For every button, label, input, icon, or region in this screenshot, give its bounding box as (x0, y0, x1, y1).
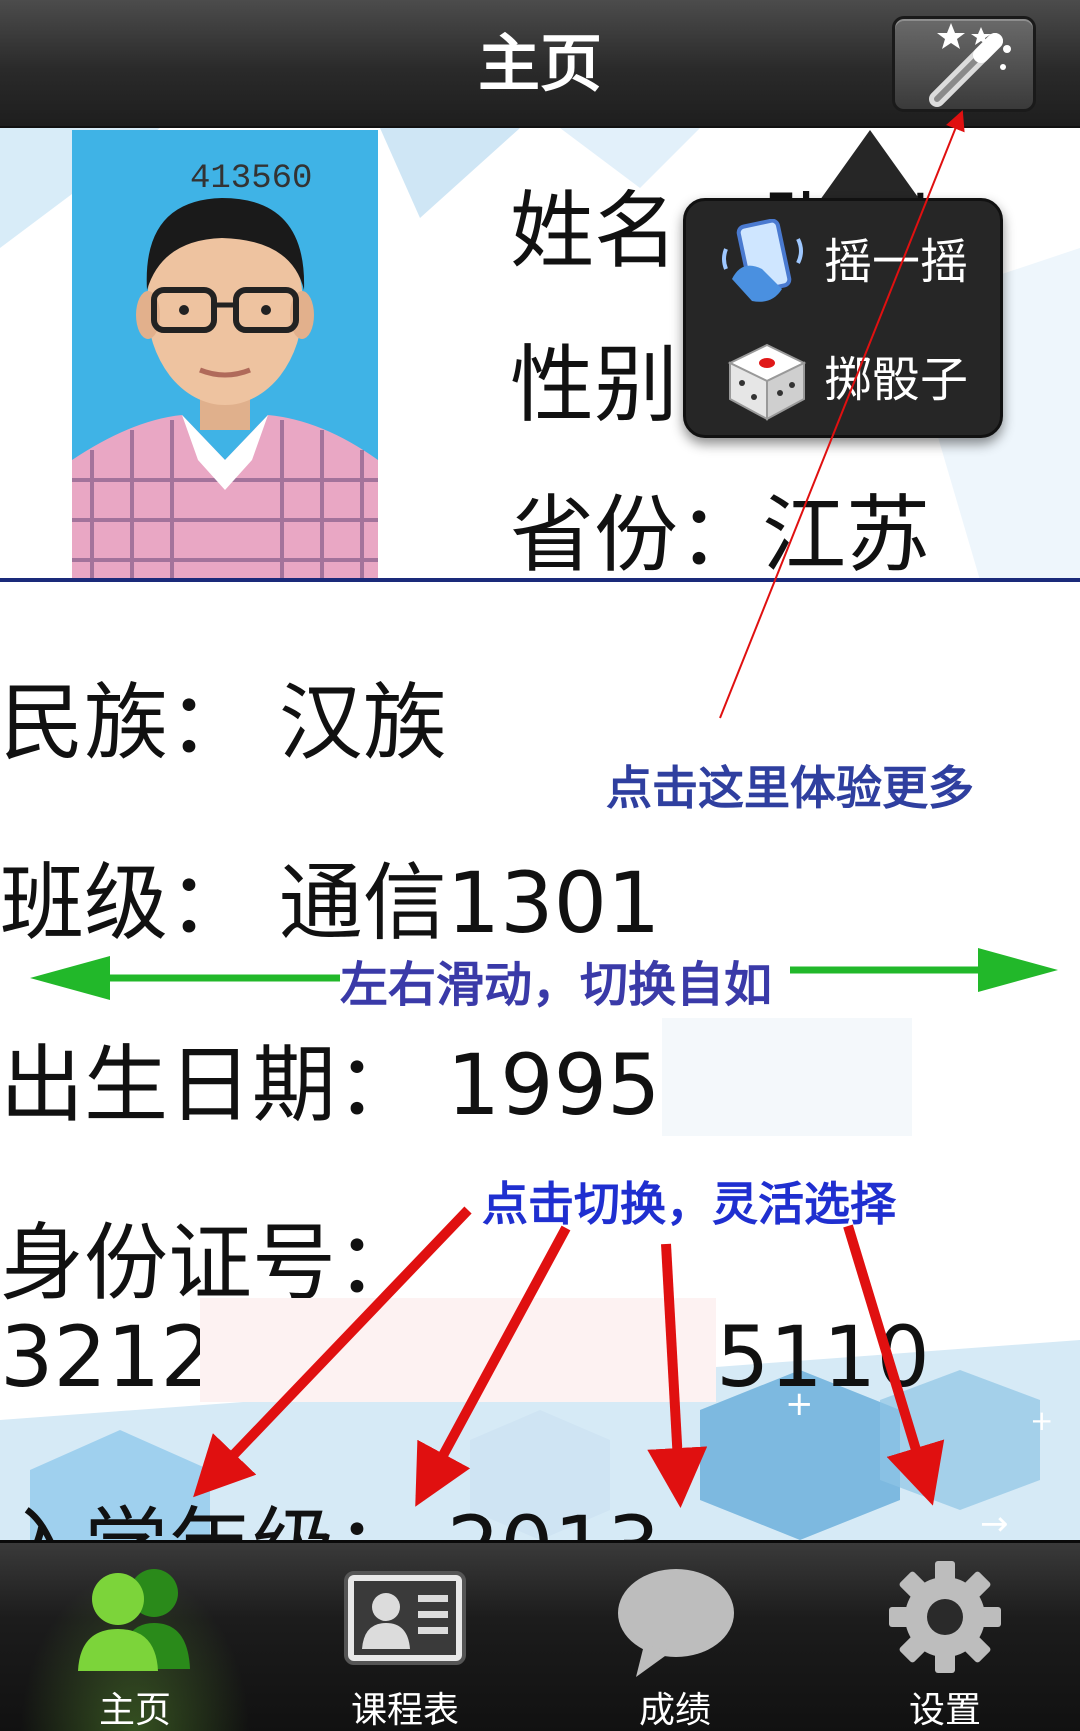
dice-icon (727, 343, 807, 421)
magic-wand-button[interactable] (892, 16, 1036, 112)
bottom-tab-bar: 主页 课程表 成绩 设置 (0, 1540, 1080, 1731)
profile-divider (0, 578, 1080, 582)
popup-item-shake[interactable]: 摇一摇 (686, 203, 1006, 321)
popup-item-label: 摇一摇 (824, 234, 969, 290)
magic-wand-icon (929, 23, 1011, 107)
chat-bubble-icon (618, 1569, 734, 1677)
popup-item-label: 掷骰子 (824, 352, 969, 408)
class-field: 班级： 通信1301 (0, 854, 661, 952)
gear-icon (889, 1561, 1001, 1673)
shake-phone-icon (722, 219, 803, 302)
annotation-swipe: 左右滑动，切换自如 (340, 957, 773, 1013)
student-photo: 413560 (72, 130, 378, 580)
photo-number: 413560 (190, 160, 313, 198)
tab-home[interactable]: 主页 (0, 1543, 270, 1731)
tab-grades[interactable]: 成绩 (540, 1543, 810, 1731)
contacts-icon (78, 1569, 190, 1671)
svg-text:+: + (1030, 1404, 1053, 1437)
popup-arrow (820, 130, 920, 200)
id-number-suffix: 5110 (716, 1308, 930, 1406)
tab-label: 设置 (908, 1690, 981, 1731)
enroll-year-field: 入学年级： 2013 (0, 1490, 660, 1540)
id-number-prefix: 3212 (0, 1308, 214, 1406)
annotation-more: 点击这里体验更多 (606, 761, 974, 815)
tab-settings[interactable]: 设置 (810, 1543, 1080, 1731)
svg-text:→: → (980, 1504, 1009, 1544)
tab-label: 成绩 (638, 1690, 711, 1731)
ethnicity-field: 民族： 汉族 (0, 674, 447, 772)
app-screen: 主页 413560 姓名： 性别： 省份：江苏 摇一摇 掷骰子 + + → 民族… (0, 0, 1080, 1731)
annotation-tap: 点击切换，灵活选择 (482, 1177, 896, 1231)
swipe-right-arrowhead (978, 948, 1058, 992)
swipe-left-arrowhead (30, 956, 110, 1000)
tab-schedule[interactable]: 课程表 (270, 1543, 540, 1731)
popup-item-dice[interactable]: 掷骰子 (686, 321, 1006, 439)
birth-date-redaction (662, 1018, 912, 1136)
province-label: 省份： (510, 486, 763, 580)
header-bar: 主页 (0, 0, 1080, 128)
id-number-redaction (200, 1298, 716, 1402)
enroll-year-text: 入学年级： 2013 (0, 1490, 660, 1540)
tab-label: 主页 (98, 1690, 171, 1731)
province-value: 江苏 (762, 486, 931, 580)
id-card-icon (344, 1571, 466, 1665)
tab-label: 课程表 (350, 1690, 459, 1731)
province-row: 省份：江苏 (510, 468, 930, 580)
popup-menu: 摇一摇 掷骰子 (683, 198, 1003, 438)
birth-date-field: 出生日期： 1995( (0, 1036, 694, 1134)
